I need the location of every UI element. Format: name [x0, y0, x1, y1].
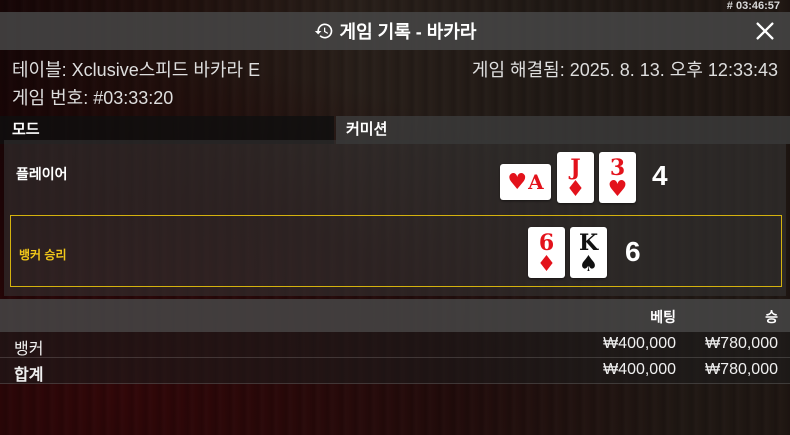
banker-win-label: 뱅커 승리 — [19, 248, 67, 262]
player-card-1: ♥ A — [500, 164, 551, 200]
bet-row-label: 뱅커 — [14, 341, 44, 358]
game-resolved-time: 게임 해결됨: 2025. 8. 13. 오후 12:33:43 — [471, 60, 778, 80]
game-clock: # 03:46:57 — [726, 0, 780, 12]
bet-row-banker: 뱅커 ₩400,000 ₩780,000 — [0, 332, 790, 358]
total-bet-amount: ₩400,000 — [603, 361, 676, 378]
banker-score: 6 — [625, 236, 641, 267]
bet-row-total: 합계 ₩400,000 ₩780,000 — [0, 358, 790, 384]
bet-column-header: 베팅 — [650, 309, 676, 325]
game-number: 게임 번호: #03:33:20 — [12, 88, 174, 108]
panel-title: 게임 기록 - 바카라 — [339, 22, 477, 42]
bets-table: 베팅 승 뱅커 ₩400,000 ₩780,000 합계 ₩400,000 ₩7… — [0, 299, 790, 384]
bet-amount: ₩400,000 — [603, 335, 676, 352]
player-card-3: 3 ♥ — [599, 152, 636, 203]
game-info: 테이블: Xclusive스피드 바카라 E 게임 해결됨: 2025. 8. … — [0, 50, 790, 112]
banker-hand: 뱅커 승리 6 ♦ K ♠ 6 — [10, 215, 782, 287]
total-win-amount: ₩780,000 — [705, 361, 778, 378]
history-icon — [314, 23, 332, 39]
total-label: 합계 — [14, 367, 44, 384]
panel-header: 게임 기록 - 바카라 — [0, 12, 790, 50]
banker-card-2: K ♠ — [570, 227, 607, 278]
bets-header: 베팅 승 — [0, 299, 790, 332]
player-card-2: J ♦ — [557, 152, 594, 203]
win-column-header: 승 — [765, 309, 778, 325]
close-icon[interactable] — [754, 20, 776, 42]
player-label: 플레이어 — [16, 166, 68, 182]
banker-card-1: 6 ♦ — [528, 227, 565, 278]
hand-results: 플레이어 ♥ A J ♦ 3 ♥ 4 뱅커 승리 6 ♦ K ♠ 6 — [4, 140, 786, 296]
table-name: 테이블: Xclusive스피드 바카라 E — [12, 60, 261, 80]
win-amount: ₩780,000 — [705, 335, 778, 352]
player-hand: 플레이어 ♥ A J ♦ 3 ♥ 4 — [4, 140, 786, 208]
player-score: 4 — [652, 160, 668, 191]
